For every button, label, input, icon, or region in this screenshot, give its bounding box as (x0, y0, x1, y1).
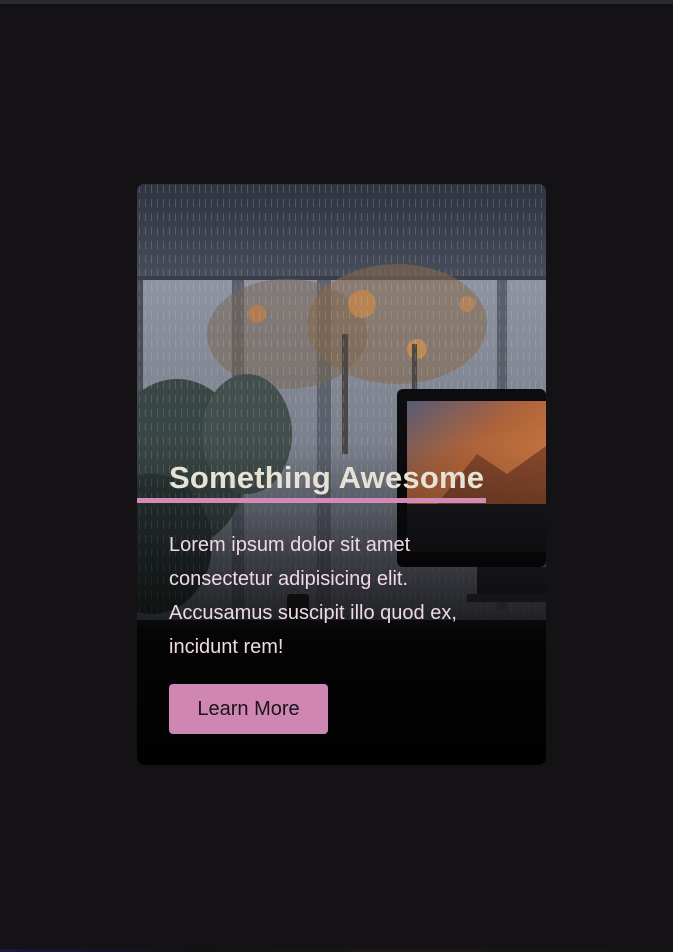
card-content: Something Awesome (169, 458, 509, 498)
top-strip (0, 0, 673, 4)
title-underline (137, 498, 486, 503)
card-title: Something Awesome (169, 460, 485, 495)
card-body-text: Lorem ipsum dolor sit amet consectetur a… (169, 534, 457, 658)
learn-more-button[interactable]: Learn More (169, 684, 328, 734)
card: Something Awesome Lorem ipsum dolor sit … (137, 184, 546, 765)
